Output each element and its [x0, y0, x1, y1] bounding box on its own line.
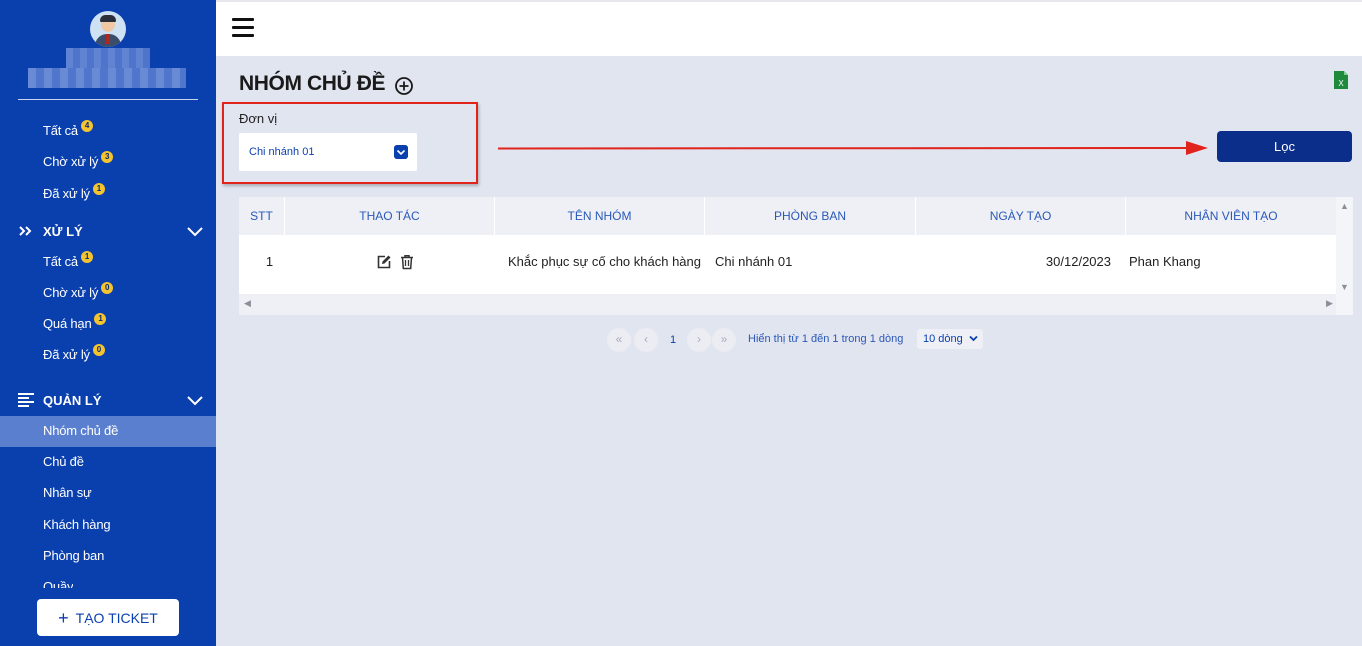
sidebar-divider	[18, 99, 198, 100]
column-header-actions: THAO TÁC	[285, 197, 495, 235]
cell-created-by: Phan Khang	[1129, 254, 1201, 269]
first-page-button[interactable]: «	[607, 328, 631, 352]
create-ticket-button[interactable]: + TẠO TICKET	[37, 599, 179, 636]
sidebar-item-label: Phòng ban	[43, 548, 105, 563]
scroll-right-icon[interactable]: ▶	[1326, 298, 1333, 309]
scroll-down-icon[interactable]: ▼	[1340, 282, 1349, 292]
count-badge: 3	[101, 151, 114, 163]
vertical-scrollbar[interactable]: ▲ ▼	[1336, 197, 1353, 315]
horizontal-scrollbar[interactable]: ◀ ▶	[239, 294, 1336, 315]
column-header-department: PHÒNG BAN	[705, 197, 916, 235]
column-header-created-date: NGÀY TẠO	[916, 197, 1126, 235]
sidebar-item-process-all[interactable]: Tất cả 1	[43, 251, 93, 269]
chevron-down-icon	[394, 145, 408, 159]
plus-icon: +	[58, 607, 69, 628]
count-badge: 0	[101, 282, 114, 294]
next-page-button[interactable]: ›	[687, 328, 711, 352]
redacted-user-name	[66, 48, 150, 68]
cell-group-name: Khắc phục sự cố cho khách hàng	[508, 254, 701, 269]
page-size-value: 10 dòng	[923, 333, 963, 345]
cell-stt: 1	[265, 254, 274, 269]
unit-select[interactable]: Chi nhánh 01	[239, 133, 417, 171]
data-table: STT THAO TÁC TÊN NHÓM PHÒNG BAN NGÀY TẠO…	[239, 197, 1353, 315]
cell-department: Chi nhánh 01	[715, 254, 793, 269]
filter-button[interactable]: Lọc	[1217, 131, 1352, 162]
sidebar-item-topics[interactable]: Chủ đề	[43, 454, 84, 469]
sidebar-item-label: Nhân sự	[43, 485, 92, 500]
count-badge: 1	[92, 183, 105, 195]
count-badge: 0	[92, 344, 105, 356]
sidebar-item-counters[interactable]: Quầy	[43, 579, 73, 588]
section-title: XỬ LÝ	[43, 224, 83, 239]
sidebar-item-label: Đã xử lý	[43, 186, 90, 201]
list-icon	[18, 393, 34, 407]
cell-created-date: 30/12/2023	[1045, 254, 1111, 269]
column-header-stt: STT	[239, 197, 285, 235]
sidebar-item-label: Nhóm chủ đề	[43, 423, 119, 438]
sidebar-item-label: Chủ đề	[43, 454, 84, 469]
sidebar-item-customers[interactable]: Khách hàng	[43, 517, 111, 532]
scroll-up-icon[interactable]: ▲	[1340, 201, 1349, 211]
sidebar-item-process-done[interactable]: Đã xử lý 0	[43, 344, 105, 362]
sidebar-item-label: Khách hàng	[43, 517, 111, 532]
column-header-group-name: TÊN NHÓM	[495, 197, 705, 235]
sidebar-item-label: Quá hạn	[43, 316, 92, 331]
count-badge: 1	[94, 313, 107, 325]
sidebar-item-pending[interactable]: Chờ xử lý 3	[43, 151, 114, 169]
redacted-user-role	[28, 68, 186, 88]
chevron-down-icon	[187, 227, 203, 237]
edit-icon[interactable]	[376, 254, 392, 270]
sidebar-item-label: Tất cả	[43, 123, 78, 138]
sidebar-item-staff[interactable]: Nhân sự	[43, 485, 92, 500]
sidebar-item-label: Quầy	[43, 579, 74, 588]
sidebar-item-label: Chờ xử lý	[43, 285, 99, 300]
prev-page-button[interactable]: ‹	[634, 328, 658, 352]
sidebar-item-process-overdue[interactable]: Quá hạn 1	[43, 313, 107, 331]
table-row[interactable]: 1 Khắc phục sự cố cho khách hàng Chi nhá…	[239, 235, 1336, 292]
sidebar-item-topic-groups[interactable]: Nhóm chủ đề	[43, 423, 118, 438]
page-size-select[interactable]: 10 dòng	[917, 329, 983, 349]
sidebar-item-all[interactable]: Tất cả 4	[43, 120, 93, 138]
unit-select-value: Chi nhánh 01	[249, 146, 315, 158]
hamburger-icon[interactable]	[232, 18, 254, 38]
section-title: QUẢN LÝ	[43, 393, 102, 408]
sidebar-item-process-pending[interactable]: Chờ xử lý 0	[43, 282, 114, 300]
page-number-current[interactable]: 1	[661, 328, 685, 352]
trash-icon[interactable]	[399, 254, 415, 270]
column-header-created-by: NHÂN VIÊN TẠO	[1184, 209, 1278, 223]
section-process-header[interactable]: XỬ LÝ	[0, 222, 216, 242]
sidebar-item-label: Tất cả	[43, 254, 78, 269]
table-header: STT THAO TÁC TÊN NHÓM PHÒNG BAN NGÀY TẠO…	[239, 197, 1336, 235]
sidebar-item-departments[interactable]: Phòng ban	[43, 548, 104, 563]
count-badge: 4	[80, 120, 93, 132]
svg-text:X: X	[1338, 79, 1344, 88]
add-circle-icon[interactable]	[394, 76, 414, 96]
double-chevron-right-icon	[19, 226, 32, 236]
chevron-down-icon	[187, 396, 203, 406]
scroll-left-icon[interactable]: ◀	[244, 298, 251, 309]
top-bar	[216, 0, 1362, 56]
sidebar-item-label: Chờ xử lý	[43, 154, 99, 169]
annotation-arrow	[497, 141, 1208, 155]
section-manage-header[interactable]: QUẢN LÝ	[0, 391, 216, 411]
sidebar-item-label: Đã xử lý	[43, 347, 90, 362]
create-ticket-label: TẠO TICKET	[75, 609, 158, 626]
excel-export-icon[interactable]: X	[1333, 70, 1349, 90]
pagination-info: Hiển thị từ 1 đến 1 trong 1 dòng	[748, 333, 904, 345]
sidebar: Tất cả 4 Chờ xử lý 3 Đã xử lý 1 XỬ LÝ Tất c…	[0, 0, 216, 646]
chevron-down-icon	[969, 335, 978, 342]
sidebar-item-done[interactable]: Đã xử lý 1	[43, 183, 105, 201]
unit-field-label: Đơn vị	[239, 111, 278, 126]
page-title: NHÓM CHỦ ĐỀ	[239, 72, 386, 95]
last-page-button[interactable]: »	[712, 328, 736, 352]
user-avatar[interactable]	[90, 11, 126, 47]
count-badge: 1	[80, 251, 93, 263]
